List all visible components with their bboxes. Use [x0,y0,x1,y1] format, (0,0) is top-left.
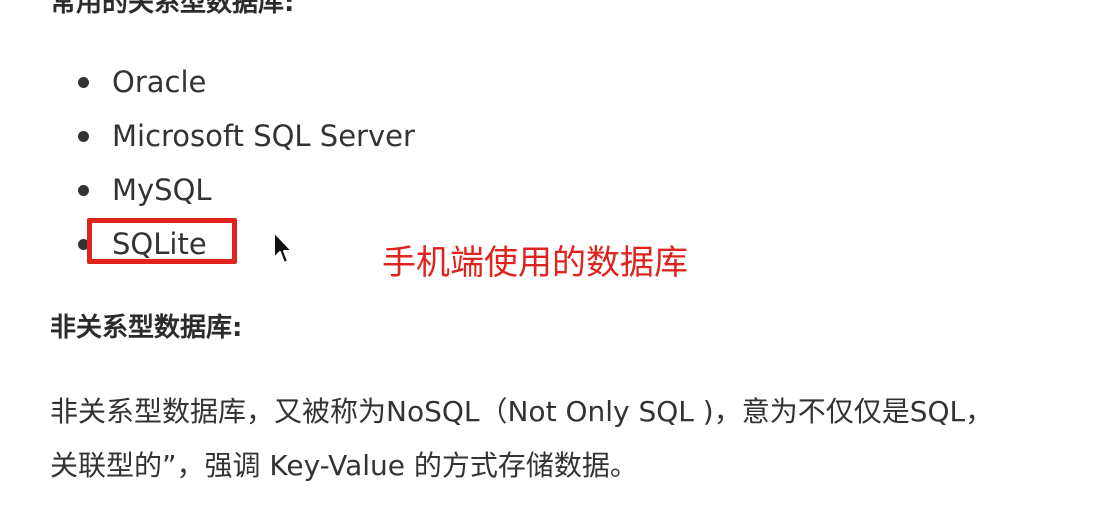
bullet-icon [78,131,89,142]
highlight-box [87,218,237,264]
nosql-paragraph: 非关系型数据库，又被称为NoSQL（Not Only SQL )，意为不仅仅是S… [50,385,1118,493]
list-item-label: Microsoft SQL Server [112,119,415,153]
paragraph-line: 关联型的”，强调 Key-Value 的方式存储数据。 [50,449,638,482]
list-item: Microsoft SQL Server [0,116,600,156]
list-item: Oracle [0,62,600,102]
bullet-icon [78,77,89,88]
paragraph-line: 非关系型数据库，又被称为NoSQL（Not Only SQL )，意为不仅仅是S… [50,395,994,428]
list-item-label: Oracle [112,65,207,99]
bullet-icon [78,185,89,196]
relational-db-heading: 常用的关系型数据库: [50,0,295,18]
nosql-heading: 非关系型数据库: [50,313,243,343]
list-item: MySQL [0,170,600,210]
mouse-pointer-icon [273,231,293,264]
annotation-label: 手机端使用的数据库 [382,243,688,283]
list-item-label: MySQL [112,173,212,207]
